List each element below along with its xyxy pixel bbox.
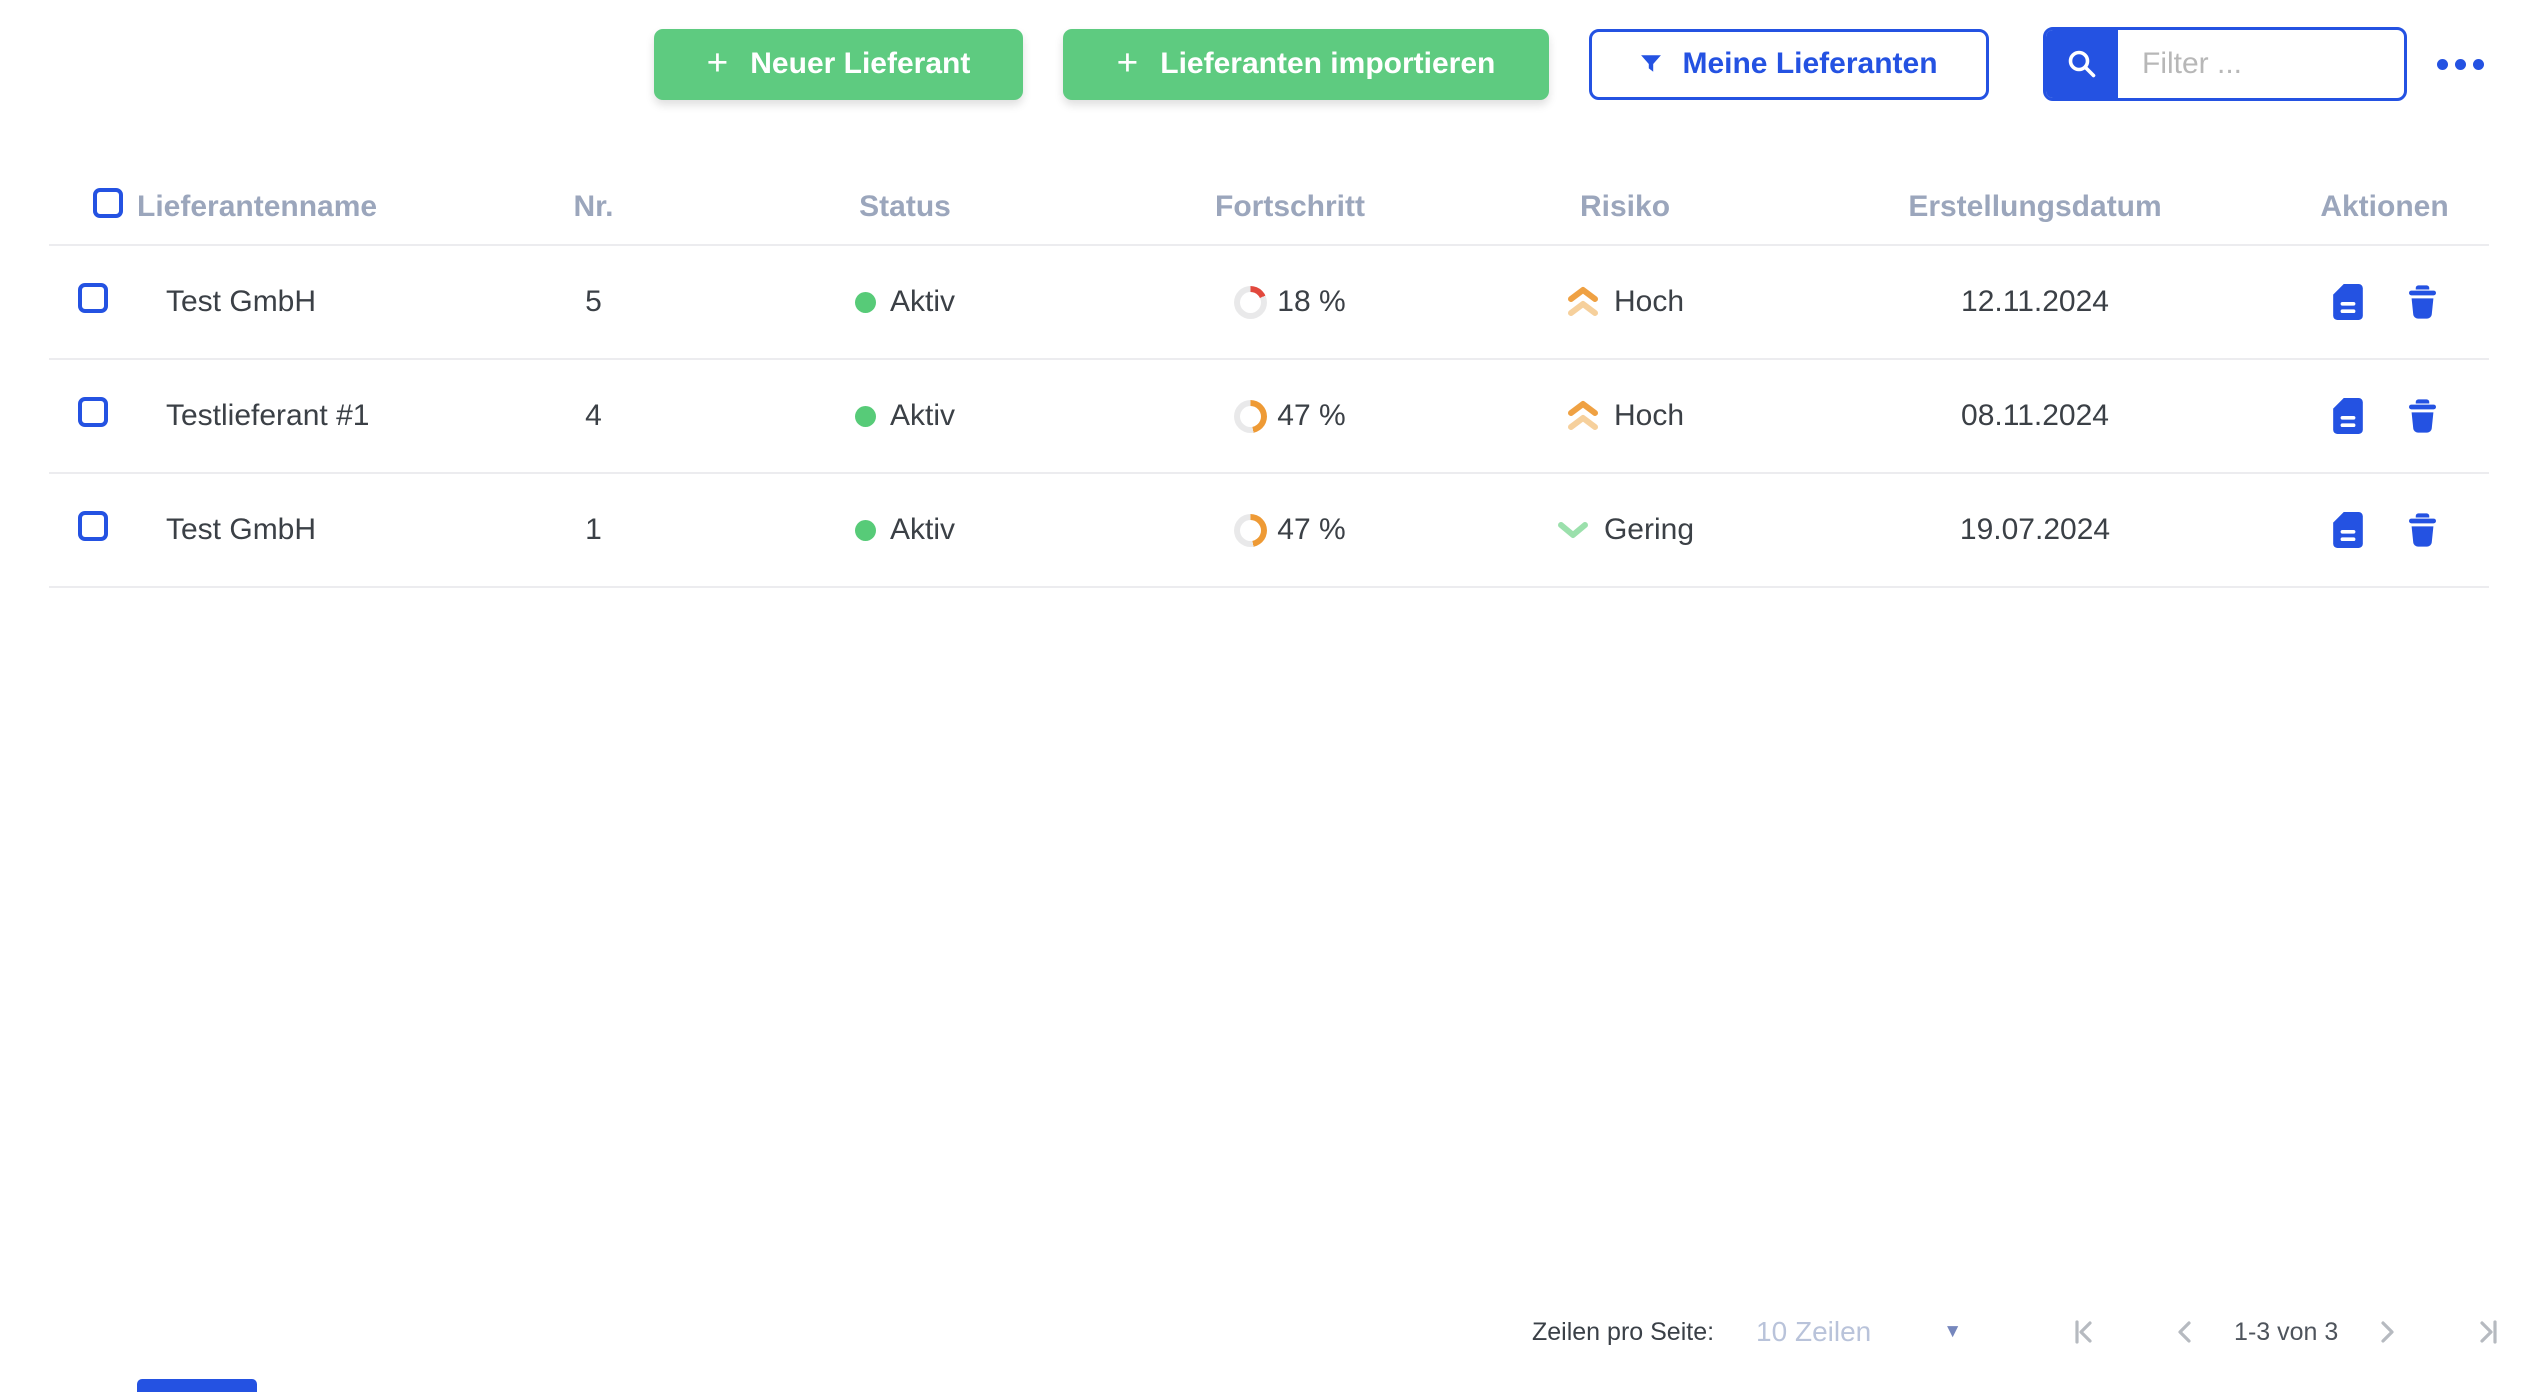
supplier-number: 1 <box>497 513 690 547</box>
trash-icon[interactable] <box>2409 513 2436 547</box>
risk-label: Hoch <box>1614 285 1684 319</box>
select-all-checkbox[interactable] <box>93 188 123 218</box>
status-label: Aktiv <box>890 399 955 433</box>
status-dot-icon <box>855 406 876 427</box>
risk-cell: Hoch <box>1460 285 1790 319</box>
ellipsis-dot <box>2437 59 2448 70</box>
table-row: Testlieferant #1 4 Aktiv 47 % <box>49 360 2489 474</box>
document-icon[interactable] <box>2333 512 2363 548</box>
import-suppliers-label: Lieferanten importieren <box>1160 47 1495 81</box>
progress-ring-icon <box>1234 286 1267 319</box>
first-page-icon[interactable] <box>2068 1316 2100 1348</box>
row-checkbox-cell <box>49 397 137 435</box>
progress-cell: 47 % <box>1120 513 1460 547</box>
status-cell: Aktiv <box>690 513 1120 547</box>
header-name: Lieferantenname <box>137 190 497 224</box>
filter-search-group <box>2043 27 2407 101</box>
plus-icon: + <box>707 44 729 81</box>
plus-icon: + <box>1117 44 1139 81</box>
pagination-bar: Zeilen pro Seite: 10 Zeilen ▼ 1-3 von 3 <box>1532 1305 2504 1359</box>
my-suppliers-button[interactable]: Meine Lieferanten <box>1589 29 1989 100</box>
row-checkbox-cell <box>49 283 137 321</box>
created-date: 08.11.2024 <box>1790 399 2280 433</box>
header-nr: Nr. <box>497 190 690 224</box>
rows-per-page-label: Zeilen pro Seite: <box>1532 1318 1714 1347</box>
suppliers-page: + Neuer Lieferant + Lieferanten importie… <box>0 0 2538 1392</box>
risk-label: Hoch <box>1614 399 1684 433</box>
pagination-range: 1-3 von 3 <box>2234 1318 2338 1347</box>
bottom-left-partial-element[interactable] <box>137 1379 257 1392</box>
filter-funnel-icon <box>1640 53 1662 75</box>
last-page-icon[interactable] <box>2472 1316 2504 1348</box>
progress-ring-icon <box>1234 400 1267 433</box>
ellipsis-dot <box>2455 59 2466 70</box>
actions-cell <box>2280 284 2489 320</box>
status-label: Aktiv <box>890 285 955 319</box>
status-cell: Aktiv <box>690 285 1120 319</box>
trash-icon[interactable] <box>2409 285 2436 319</box>
header-progress: Fortschritt <box>1120 190 1460 224</box>
import-suppliers-button[interactable]: + Lieferanten importieren <box>1063 29 1549 100</box>
header-status: Status <box>690 190 1120 224</box>
next-page-icon[interactable] <box>2370 1316 2402 1348</box>
table-row: Test GmbH 5 Aktiv 18 % <box>49 246 2489 360</box>
status-cell: Aktiv <box>690 399 1120 433</box>
previous-page-icon[interactable] <box>2170 1316 2202 1348</box>
risk-high-icon <box>1566 400 1600 432</box>
header-created-date: Erstellungsdatum <box>1790 190 2280 224</box>
header-actions: Aktionen <box>2280 190 2489 224</box>
risk-cell: Gering <box>1460 513 1790 547</box>
table-header-row: Lieferantenname Nr. Status Fortschritt R… <box>49 170 2489 246</box>
supplier-name: Test GmbH <box>137 285 497 319</box>
document-icon[interactable] <box>2333 398 2363 434</box>
risk-cell: Hoch <box>1460 399 1790 433</box>
rows-per-page-caret-icon[interactable]: ▼ <box>1943 1321 1962 1343</box>
header-risk: Risiko <box>1460 190 1790 224</box>
new-supplier-label: Neuer Lieferant <box>750 47 970 81</box>
supplier-number: 5 <box>497 285 690 319</box>
filter-input[interactable] <box>2118 30 2404 98</box>
toolbar: + Neuer Lieferant + Lieferanten importie… <box>654 27 2488 101</box>
search-icon <box>2065 47 2099 81</box>
document-icon[interactable] <box>2333 284 2363 320</box>
ellipsis-dot <box>2473 59 2484 70</box>
risk-high-icon <box>1566 286 1600 318</box>
created-date: 19.07.2024 <box>1790 513 2280 547</box>
row-checkbox-cell <box>49 511 137 549</box>
actions-cell <box>2280 512 2489 548</box>
row-checkbox[interactable] <box>78 283 108 313</box>
trash-icon[interactable] <box>2409 399 2436 433</box>
new-supplier-button[interactable]: + Neuer Lieferant <box>654 29 1023 100</box>
table-row: Test GmbH 1 Aktiv 47 % <box>49 474 2489 588</box>
risk-low-icon <box>1556 520 1590 540</box>
more-options-button[interactable] <box>2433 49 2488 80</box>
table-body: Test GmbH 5 Aktiv 18 % <box>49 246 2489 588</box>
progress-label: 18 % <box>1277 285 1345 319</box>
supplier-name: Test GmbH <box>137 513 497 547</box>
progress-ring-icon <box>1234 514 1267 547</box>
rows-per-page-value[interactable]: 10 Zeilen <box>1756 1316 1871 1348</box>
search-button[interactable] <box>2046 30 2118 98</box>
status-label: Aktiv <box>890 513 955 547</box>
risk-label: Gering <box>1604 513 1694 547</box>
progress-label: 47 % <box>1277 513 1345 547</box>
suppliers-table: Lieferantenname Nr. Status Fortschritt R… <box>49 170 2489 588</box>
supplier-name: Testlieferant #1 <box>137 399 497 433</box>
status-dot-icon <box>855 292 876 313</box>
header-checkbox-cell <box>49 188 137 226</box>
row-checkbox[interactable] <box>78 511 108 541</box>
progress-label: 47 % <box>1277 399 1345 433</box>
progress-cell: 18 % <box>1120 285 1460 319</box>
created-date: 12.11.2024 <box>1790 285 2280 319</box>
row-checkbox[interactable] <box>78 397 108 427</box>
actions-cell <box>2280 398 2489 434</box>
progress-cell: 47 % <box>1120 399 1460 433</box>
supplier-number: 4 <box>497 399 690 433</box>
status-dot-icon <box>855 520 876 541</box>
my-suppliers-label: Meine Lieferanten <box>1682 47 1937 81</box>
